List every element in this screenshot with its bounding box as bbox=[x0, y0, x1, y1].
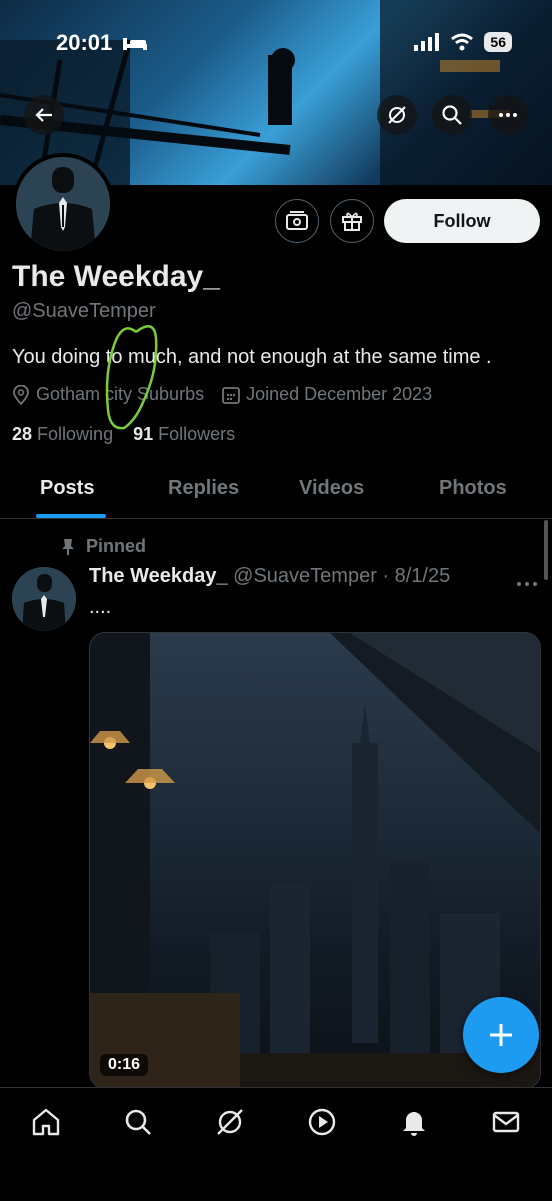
post-avatar[interactable] bbox=[12, 567, 76, 631]
post-meta: @SuaveTemper · 8/1/25 bbox=[233, 565, 451, 587]
compose-button[interactable] bbox=[463, 997, 539, 1073]
sleep-bed-icon bbox=[123, 38, 147, 50]
pin-icon bbox=[62, 538, 74, 555]
back-button[interactable] bbox=[24, 95, 64, 135]
money-icon bbox=[286, 211, 308, 230]
scrollbar[interactable] bbox=[544, 520, 548, 580]
active-tab-indicator bbox=[36, 514, 106, 518]
gift-button[interactable] bbox=[330, 199, 374, 243]
profile-meta: Gotham city Suburbs Joined December 2023 bbox=[12, 384, 432, 405]
profile-name: The Weekday_ bbox=[12, 260, 220, 293]
post-more-button[interactable] bbox=[516, 568, 538, 594]
pinned-indicator: Pinned bbox=[60, 536, 146, 557]
avatar-image bbox=[16, 157, 110, 251]
profile-avatar[interactable] bbox=[12, 153, 114, 255]
location-icon bbox=[13, 384, 29, 405]
tab-videos[interactable]: Videos bbox=[299, 477, 364, 500]
more-dots-icon bbox=[517, 582, 537, 586]
grok-nav-icon[interactable] bbox=[214, 1106, 246, 1138]
mail-icon[interactable] bbox=[490, 1106, 522, 1138]
annotation-scribble bbox=[105, 325, 158, 430]
battery-indicator: 56 bbox=[484, 32, 512, 52]
search-nav-icon[interactable] bbox=[122, 1106, 154, 1138]
tab-replies[interactable]: Replies bbox=[168, 477, 239, 500]
video-duration: 0:16 bbox=[100, 1054, 149, 1076]
post-avatar-image bbox=[12, 567, 76, 631]
post-header: The Weekday_ @SuaveTemper · 8/1/25 bbox=[89, 565, 450, 588]
profile-joined: Joined December 2023 bbox=[246, 384, 433, 404]
pinned-label: Pinned bbox=[86, 536, 147, 556]
profile-bio: You doing to much, and not enough at the… bbox=[12, 346, 492, 368]
more-icon bbox=[499, 113, 517, 117]
bell-icon[interactable] bbox=[398, 1106, 430, 1138]
tab-posts[interactable]: Posts bbox=[40, 477, 94, 500]
follow-button[interactable]: Follow bbox=[384, 199, 540, 243]
grok-button[interactable] bbox=[377, 95, 417, 135]
video-nav-icon[interactable] bbox=[306, 1106, 338, 1138]
status-indicators: 56 bbox=[414, 32, 512, 52]
status-bar: 20:01 56 bbox=[0, 0, 552, 88]
post-author[interactable]: The Weekday_ bbox=[89, 565, 228, 587]
status-time: 20:01 bbox=[56, 30, 113, 55]
post-text: .... bbox=[89, 596, 112, 618]
search-button[interactable] bbox=[432, 95, 472, 135]
wifi-icon bbox=[451, 33, 474, 51]
signal-icon bbox=[414, 33, 440, 51]
following-count: 28 bbox=[12, 424, 33, 444]
back-arrow-icon bbox=[35, 108, 52, 122]
grok-icon bbox=[388, 106, 406, 124]
profile-tabs: Posts Replies Videos Photos bbox=[0, 460, 552, 519]
bottom-nav bbox=[0, 1087, 552, 1201]
calendar-icon bbox=[222, 386, 240, 404]
more-button[interactable] bbox=[488, 95, 528, 135]
followers-label: Followers bbox=[158, 424, 236, 444]
subscribe-button[interactable] bbox=[275, 199, 319, 243]
home-icon[interactable] bbox=[30, 1106, 62, 1138]
search-icon bbox=[442, 105, 462, 125]
plus-icon bbox=[490, 1024, 512, 1046]
tab-photos[interactable]: Photos bbox=[439, 477, 507, 500]
gift-icon bbox=[342, 212, 362, 231]
